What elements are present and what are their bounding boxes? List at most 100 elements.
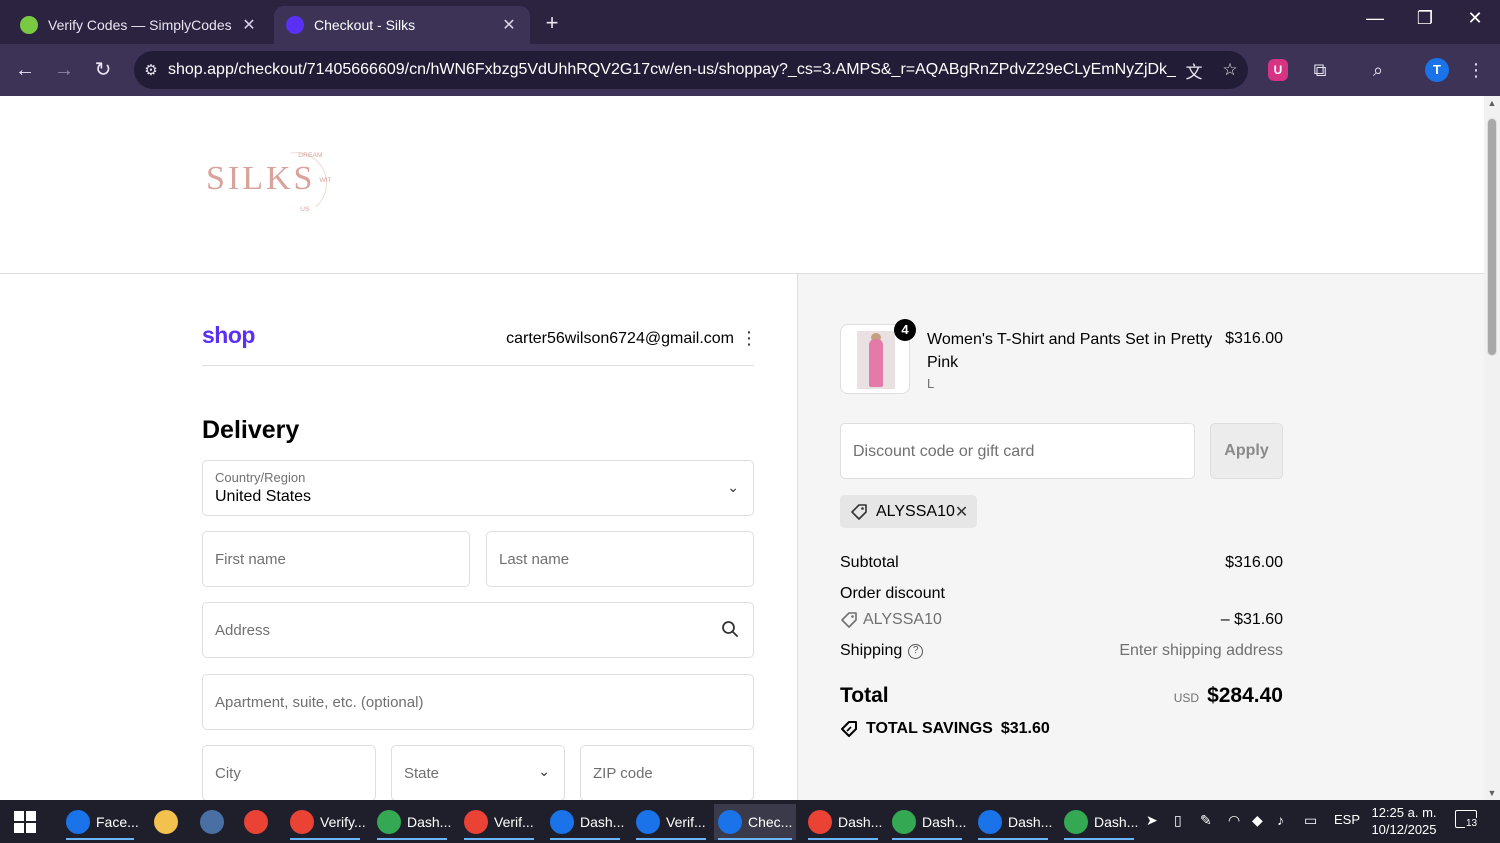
taskbar-app-0[interactable]: Face... (62, 804, 139, 840)
url-text[interactable]: shop.app/checkout/71405666609/cn/hWN6Fxb… (168, 61, 1176, 79)
wifi-icon[interactable]: ◠ (1228, 812, 1240, 829)
scroll-down-icon[interactable]: ▼ (1484, 788, 1500, 798)
running-indicator (66, 838, 134, 840)
app-icon (892, 810, 916, 834)
dropbox-icon[interactable]: ◆ (1252, 812, 1263, 829)
taskbar-app-1[interactable] (150, 804, 180, 840)
city-placeholder: City (215, 765, 241, 782)
app-icon (464, 810, 488, 834)
remove-discount-icon[interactable]: ✕ (955, 502, 968, 522)
city-field[interactable]: City (202, 745, 376, 800)
total-value: $284.40 (1207, 684, 1283, 707)
last-name-field[interactable]: Last name (486, 531, 754, 587)
apartment-field[interactable]: Apartment, suite, etc. (optional) (202, 674, 754, 730)
taskbar-app-8[interactable]: Verif... (632, 804, 710, 840)
scroll-up-icon[interactable]: ▲ (1484, 98, 1500, 108)
windows-start-icon[interactable] (14, 811, 36, 833)
new-tab-button[interactable]: + (540, 10, 564, 36)
tab-checkout-silks[interactable]: Checkout - Silks ✕ (274, 6, 530, 44)
address-placeholder: Address (215, 622, 271, 639)
forward-icon[interactable]: → (50, 56, 78, 84)
tab-search-icon[interactable]: ⌕ (1364, 56, 1392, 84)
product-name: Women's T-Shirt and Pants Set in Pretty … (927, 331, 1213, 371)
bookmark-star-icon[interactable]: ☆ (1212, 60, 1248, 80)
scrollbar-thumb[interactable] (1487, 118, 1497, 356)
windows-taskbar: Face... Verify... Dash... Verif... Dash... Ve… (0, 800, 1500, 843)
pen-icon[interactable]: ✎ (1200, 812, 1212, 829)
battery-icon[interactable]: ▭ (1304, 812, 1317, 829)
shop-pay-logo: shop (202, 322, 255, 348)
taskbar-app-10[interactable]: Dash... (804, 804, 882, 840)
simplycodes-favicon-icon (20, 16, 38, 34)
account-menu-icon[interactable]: ⋮ (740, 326, 758, 350)
app-icon (550, 810, 574, 834)
profile-avatar[interactable]: T (1425, 58, 1449, 82)
close-tab-icon[interactable]: ✕ (240, 15, 258, 35)
subtotal-row: Subtotal $316.00 (840, 554, 1283, 572)
usb-icon[interactable]: ▯ (1174, 812, 1182, 829)
shipping-row: Shipping ? Enter shipping address (840, 642, 1283, 660)
apply-button[interactable]: Apply (1210, 423, 1283, 479)
reload-icon[interactable]: ↻ (89, 56, 117, 84)
restore-icon[interactable]: ❐ (1410, 8, 1440, 29)
language-indicator[interactable]: ESP (1334, 812, 1360, 827)
running-indicator (892, 838, 962, 840)
taskbar-app-3[interactable] (240, 804, 270, 840)
tab-verify-codes[interactable]: Verify Codes — SimplyCodes ✕ (8, 6, 270, 44)
taskbar-app-12[interactable]: Dash... (974, 804, 1052, 840)
state-select[interactable]: State ⌄ (391, 745, 565, 800)
app-icon (66, 810, 90, 834)
taskbar-app-label: Verif... (494, 814, 534, 830)
help-icon[interactable]: ? (908, 643, 924, 659)
total-row: Total USD $284.40 (840, 684, 1283, 708)
search-icon[interactable] (721, 620, 739, 638)
address-bar[interactable]: ⚙ shop.app/checkout/71405666609/cn/hWN6F… (134, 51, 1248, 89)
taskbar-app-label: Dash... (580, 814, 625, 830)
silks-logo[interactable]: SILKS DREAM WITH US (204, 146, 334, 222)
taskbar-app-4[interactable]: Verify... (286, 804, 366, 840)
taskbar-app-9[interactable]: Chec... (714, 804, 796, 840)
notifications-icon[interactable]: 13 (1455, 810, 1479, 831)
taskbar-app-5[interactable]: Dash... (373, 804, 451, 840)
state-placeholder: State (404, 765, 440, 782)
svg-text:WITH: WITH (319, 177, 332, 184)
taskbar-app-2[interactable] (196, 804, 226, 840)
taskbar-app-13[interactable]: Dash... (1060, 804, 1138, 840)
country-select[interactable]: Country/Region United States ⌄ (202, 460, 754, 516)
shipping-label: Shipping (840, 642, 903, 659)
app-icon (244, 810, 268, 834)
taskbar-app-label: Verify... (320, 814, 366, 830)
taskbar-app-6[interactable]: Verif... (460, 804, 538, 840)
address-field[interactable]: Address (202, 602, 754, 658)
ublock-extension-icon[interactable]: U (1268, 59, 1288, 81)
browser-toolbar: ← → ↻ ⚙ shop.app/checkout/71405666609/cn… (0, 44, 1500, 96)
tab-title: Checkout - Silks (314, 17, 416, 33)
site-info-icon[interactable]: ⚙ (134, 61, 168, 79)
subtotal-value: $316.00 (1225, 554, 1283, 571)
volume-icon[interactable]: ♪ (1277, 812, 1284, 828)
quantity-badge: 4 (894, 319, 916, 341)
extensions-puzzle-icon[interactable]: ⧉ (1306, 56, 1334, 84)
taskbar-app-label: Chec... (748, 814, 793, 830)
zip-field[interactable]: ZIP code (580, 745, 754, 800)
minimize-icon[interactable]: — (1360, 8, 1390, 29)
translate-icon[interactable]: 文 (1176, 58, 1212, 83)
first-name-field[interactable]: First name (202, 531, 470, 587)
telegram-icon[interactable]: ➤ (1146, 812, 1158, 829)
discount-code-field[interactable]: Discount code or gift card (840, 423, 1195, 479)
close-window-icon[interactable]: ✕ (1460, 8, 1490, 29)
system-clock[interactable]: 12:25 a. m. 10/12/2025 (1365, 804, 1443, 838)
app-icon (377, 810, 401, 834)
running-indicator (464, 838, 534, 840)
taskbar-app-7[interactable]: Dash... (546, 804, 624, 840)
delivery-heading: Delivery (202, 416, 300, 444)
running-indicator (377, 838, 447, 840)
app-icon (636, 810, 660, 834)
page-scrollbar[interactable]: ▲ ▼ (1484, 96, 1500, 800)
taskbar-app-11[interactable]: Dash... (888, 804, 966, 840)
back-icon[interactable]: ← (11, 56, 39, 84)
chevron-down-icon: ⌄ (538, 763, 550, 779)
apartment-placeholder: Apartment, suite, etc. (optional) (215, 694, 424, 711)
browser-menu-icon[interactable]: ⋮ (1462, 56, 1490, 84)
close-tab-icon[interactable]: ✕ (500, 15, 518, 35)
